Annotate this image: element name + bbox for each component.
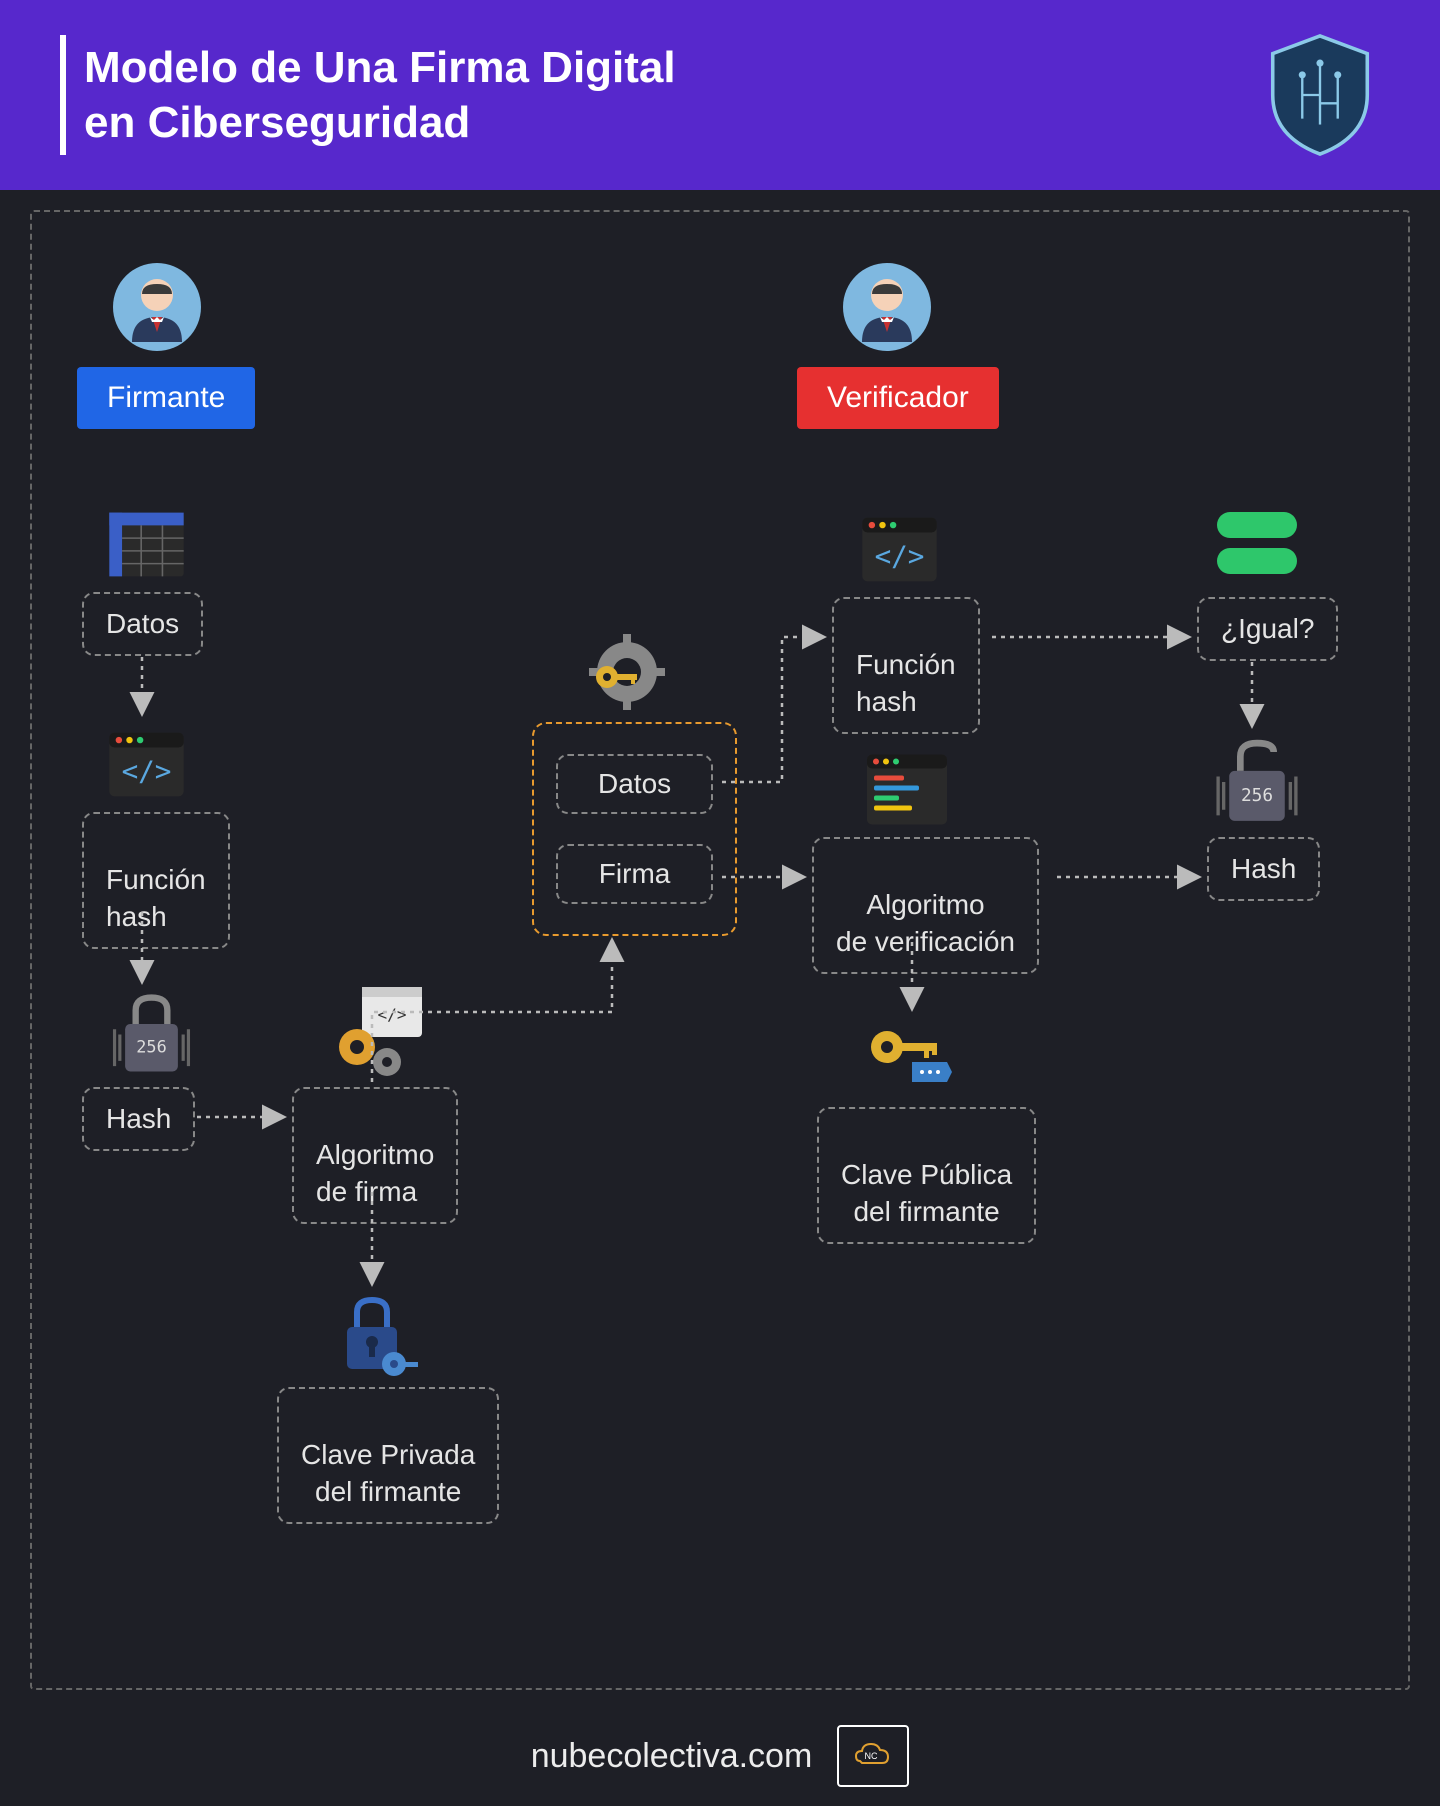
header-text: Modelo de Una Firma Digital en Cibersegu… — [84, 40, 676, 150]
header: Modelo de Una Firma Digital en Cibersegu… — [0, 0, 1440, 190]
title-line-2: en Ciberseguridad — [84, 98, 470, 147]
header-accent-bar — [60, 35, 66, 155]
shield-icon — [1260, 30, 1380, 160]
title-line-1: Modelo de Una Firma Digital — [84, 43, 676, 92]
svg-text:NC: NC — [865, 1751, 878, 1761]
header-title: Modelo de Una Firma Digital en Cibersegu… — [60, 35, 676, 155]
arrows — [32, 212, 1408, 1688]
footer-url: nubecolectiva.com — [531, 1737, 813, 1776]
footer-logo: NC — [837, 1725, 909, 1787]
diagram: Firmante Verificador Datos </> Funciónha… — [30, 210, 1410, 1690]
footer: nubecolectiva.com NC — [0, 1706, 1440, 1806]
